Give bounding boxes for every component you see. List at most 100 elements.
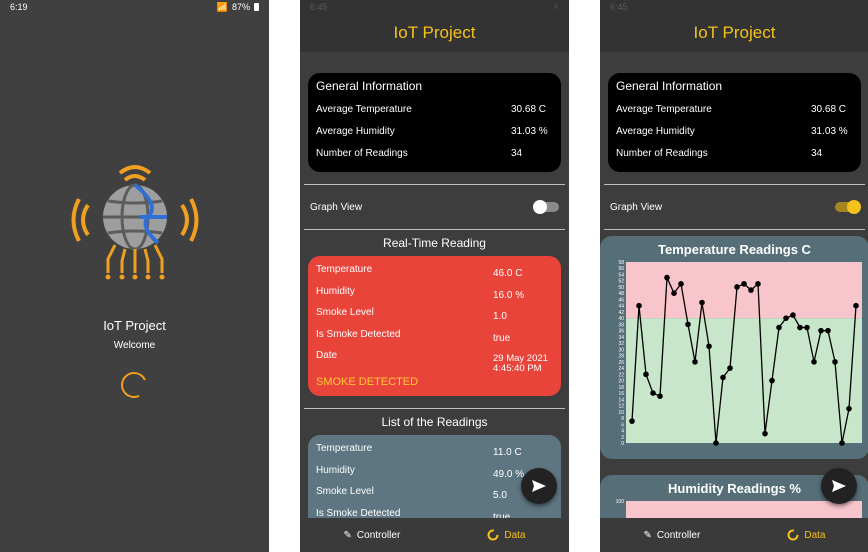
realtime-title: Real-Time Reading — [383, 236, 486, 250]
info-row: Number of Readings 34 — [316, 147, 523, 159]
graph-view-row: Graph View — [600, 185, 868, 229]
list-item: Smoke Level 5.0 — [316, 486, 507, 501]
globe-icon — [71, 165, 199, 280]
y-tick-label: 50 — [618, 285, 624, 291]
data-point — [853, 302, 859, 309]
send-button[interactable] — [821, 468, 857, 504]
y-tick-label: 52 — [618, 279, 624, 285]
y-tick-label: 44 — [618, 304, 624, 310]
pencil-icon: ✎ — [643, 529, 652, 541]
y-tick-label: 0 — [621, 441, 624, 447]
data-point — [741, 281, 747, 287]
app-header: IoT Project — [600, 0, 868, 52]
nav-data[interactable]: Data — [787, 529, 825, 541]
y-tick-label: 12 — [618, 404, 624, 410]
y-tick-label: 24 — [618, 366, 624, 372]
reading-row: Date 29 May 2021 4:45:40 PM — [316, 350, 548, 374]
danger-zone — [626, 262, 862, 319]
nav-controller[interactable]: ✎ Controller — [344, 530, 401, 541]
content-area[interactable]: General Information Average Temperature 3… — [600, 58, 868, 518]
signal-icon: ⚡ — [552, 1, 559, 12]
general-info-title: General Information — [316, 79, 423, 93]
splash-screen: 6:19 📶 87% IoT Project Welcome — [0, 0, 269, 552]
reading-row: Humidity 16.0 % — [316, 285, 525, 301]
graph-view-row: Graph View — [300, 185, 569, 229]
y-tick-label: 18 — [618, 385, 624, 391]
data-point — [650, 390, 656, 396]
reading-row: Smoke Level 1.0 — [316, 307, 507, 322]
y-tick-label: 10 — [618, 410, 624, 416]
y-tick-label: 34 — [618, 335, 624, 341]
data-point — [727, 365, 733, 371]
data-point — [664, 274, 670, 281]
status-bar: 6:19 📶 87% — [0, 0, 269, 14]
info-row: Average Humidity 31.03 % — [616, 125, 848, 137]
data-point — [636, 302, 642, 309]
info-row: Average Temperature 30.68 C — [316, 103, 547, 115]
temperature-chart-card: Temperature Readings C 0 2 4 6 8 10 12 14 16 18 20… — [600, 236, 868, 459]
graph-view-label: Graph View — [310, 201, 363, 213]
battery-percent: 87% — [231, 2, 250, 12]
data-point — [706, 343, 712, 350]
battery-icon — [254, 3, 259, 11]
temperature-chart: 0246810121416182022242628303234363840424… — [618, 260, 862, 447]
reading-row: Is Smoke Detected true — [316, 328, 511, 344]
graph-view-label: Graph View — [610, 201, 663, 213]
divider — [604, 229, 865, 230]
data-point — [825, 327, 831, 334]
data-point — [783, 315, 789, 321]
y-tick-label: 54 — [618, 272, 624, 278]
data-point — [713, 440, 719, 446]
data-ring-icon — [487, 529, 499, 541]
send-icon — [532, 480, 546, 492]
y-tick-label: 40 — [618, 316, 624, 322]
data-point — [846, 405, 852, 412]
humidity-chart: 859095100 — [616, 499, 862, 518]
data-point — [839, 440, 845, 446]
info-row: Average Humidity 31.03 % — [316, 125, 548, 137]
y-tick-label: 4 — [621, 429, 624, 435]
list-item: Is Smoke Detected true — [316, 507, 511, 519]
iot-globe-logo — [70, 155, 200, 285]
data-point — [797, 324, 803, 331]
data-point — [643, 371, 649, 378]
status-time: 6:45 — [310, 2, 328, 12]
status-time: 6:19 — [10, 2, 28, 12]
nav-controller[interactable]: ✎ Controller — [644, 530, 701, 541]
list-item: Humidity 49.0 % — [316, 464, 525, 480]
status-time: 6:45 — [610, 2, 628, 12]
y-tick-label: 14 — [618, 397, 624, 403]
info-row: Number of Readings 34 — [616, 147, 823, 159]
divider — [304, 229, 565, 230]
data-point — [811, 359, 817, 365]
content-area[interactable]: General Information Average Temperature 3… — [300, 58, 569, 518]
data-screen-graph: 6:45 IoT Project General Information Ave… — [600, 0, 868, 552]
splash-title: IoT Project — [103, 318, 166, 333]
general-info-card: General Information Average Temperature 3… — [608, 73, 861, 172]
data-point — [790, 312, 796, 318]
send-button[interactable] — [521, 468, 557, 504]
realtime-card: Temperature 46.0 C Humidity 16.0 % Smoke L… — [308, 256, 561, 396]
loading-spinner — [117, 368, 151, 402]
data-point — [657, 393, 663, 399]
danger-zone — [626, 501, 862, 518]
nav-data[interactable]: Data — [487, 529, 525, 541]
y-tick-label: 8 — [621, 416, 624, 422]
y-tick-label: 32 — [618, 341, 624, 347]
y-tick-label: 30 — [618, 347, 624, 353]
y-tick-label: 36 — [618, 329, 624, 335]
send-icon — [832, 480, 846, 492]
chart-title: Temperature Readings C — [658, 242, 811, 257]
y-tick-label: 56 — [618, 266, 624, 272]
graph-view-toggle[interactable] — [835, 200, 861, 214]
y-tick-label: 26 — [618, 360, 624, 366]
graph-view-toggle[interactable] — [533, 200, 559, 214]
data-point — [818, 327, 824, 334]
list-title: List of the Readings — [381, 415, 488, 429]
data-point — [769, 377, 775, 384]
app-title: IoT Project — [693, 23, 776, 42]
y-tick-label: 38 — [618, 322, 624, 328]
data-point — [748, 287, 754, 293]
data-point — [832, 359, 838, 365]
data-point — [692, 359, 698, 365]
